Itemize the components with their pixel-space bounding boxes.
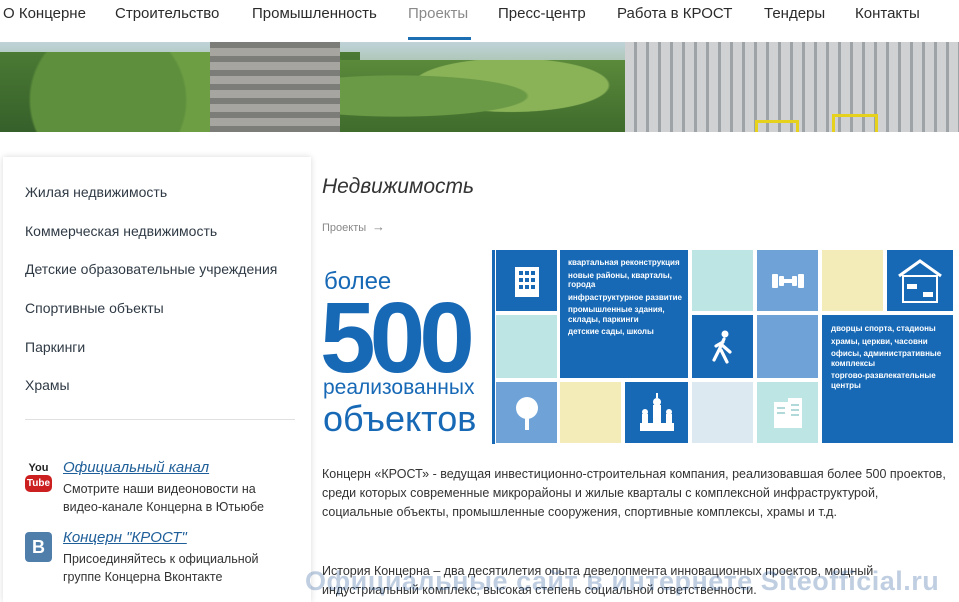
watermark: Официальные сайт в интернете Siteofficia…	[305, 566, 940, 596]
category-text: храмы, церкви, часовни	[831, 336, 928, 346]
banner-building	[210, 42, 340, 132]
sidebar-divider	[25, 419, 295, 420]
top-nav: О Концерне Строительство Промышленность …	[0, 0, 959, 42]
tree-icon	[496, 382, 557, 443]
building-icon	[496, 250, 557, 311]
youtube-icon[interactable]: You Tube	[25, 462, 52, 492]
youtube-channel-link[interactable]: Официальный канал	[63, 459, 209, 476]
page-title: Недвижимость	[322, 175, 475, 198]
category-text: новые районы, кварталы, города	[568, 270, 672, 290]
category-text: офисы, административные комплексы	[831, 349, 942, 368]
header-banner-image	[0, 42, 959, 132]
intro-paragraph: Концерн «КРОСТ» - ведущая инвестиционно-…	[322, 467, 946, 519]
banner-facade	[625, 42, 959, 132]
infographic-line1: реализованных	[323, 376, 475, 399]
projects-infographic: более 500 реализованных объектов квартал…	[320, 248, 955, 446]
walking-person-icon	[692, 315, 753, 378]
sidebar-item-education[interactable]: Детские образовательные учреждения	[25, 261, 277, 277]
nav-item-about[interactable]: О Концерне	[3, 5, 86, 22]
nav-item-industry[interactable]: Промышленность	[252, 5, 377, 22]
category-text: инфраструктурное развитие	[568, 292, 682, 302]
nav-item-tenders[interactable]: Тендеры	[764, 5, 825, 22]
document-icon	[757, 382, 818, 443]
sidebar: Жилая недвижимость Коммерческая недвижим…	[3, 157, 311, 602]
decor-tile	[496, 315, 557, 378]
decor-tile	[560, 382, 621, 443]
dumbbell-icon	[757, 250, 818, 311]
category-text: промышленные здания, склады, паркинги	[568, 305, 665, 324]
left-category-block: квартальная реконструкция новые районы, …	[560, 250, 688, 378]
vk-group-link[interactable]: Концерн "КРОСТ"	[63, 529, 187, 546]
right-category-block: дворцы спорта, стадионы храмы, церкви, ч…	[822, 315, 953, 443]
category-text: детские сады, школы	[568, 327, 654, 336]
banner-window-frame	[755, 120, 799, 132]
category-text: дворцы спорта, стадионы	[831, 324, 936, 333]
youtube-icon-text: Tube	[25, 475, 52, 492]
breadcrumb-arrow-icon: →	[372, 219, 385, 234]
sidebar-item-temples[interactable]: Храмы	[25, 377, 70, 393]
active-tab-indicator	[408, 37, 471, 40]
decor-tile	[692, 250, 753, 311]
decor-tile	[692, 382, 753, 443]
banner-window-frame	[832, 114, 878, 132]
nav-item-construction[interactable]: Строительство	[115, 5, 219, 22]
nav-item-projects[interactable]: Проекты	[408, 5, 468, 22]
youtube-description: Смотрите наши видеоновости на видео-кана…	[63, 482, 264, 514]
youtube-icon-text: You	[28, 462, 49, 474]
nav-item-careers[interactable]: Работа в КРОСТ	[617, 5, 732, 22]
nav-item-contacts[interactable]: Контакты	[855, 5, 920, 22]
church-icon	[625, 382, 688, 443]
breadcrumb-projects[interactable]: Проекты	[322, 222, 366, 234]
infographic-number: 500	[320, 282, 475, 394]
infographic-line2: объектов	[323, 398, 477, 439]
decor-tile	[822, 250, 883, 311]
vk-icon[interactable]: B	[25, 532, 52, 562]
vk-description: Присоединяйтесь к официальной группе Кон…	[63, 552, 259, 584]
banner-trees-2	[340, 60, 625, 132]
sidebar-item-commercial[interactable]: Коммерческая недвижимость	[25, 223, 217, 239]
decor-tile	[757, 315, 818, 378]
sidebar-item-residential[interactable]: Жилая недвижимость	[25, 184, 167, 200]
sidebar-item-sports[interactable]: Спортивные объекты	[25, 300, 164, 316]
category-text: квартальная реконструкция	[568, 258, 680, 267]
category-text: торгово-развлекательные центры	[831, 371, 936, 390]
sidebar-item-parking[interactable]: Паркинги	[25, 339, 85, 355]
nav-item-press[interactable]: Пресс-центр	[498, 5, 586, 22]
house-icon	[887, 250, 953, 311]
